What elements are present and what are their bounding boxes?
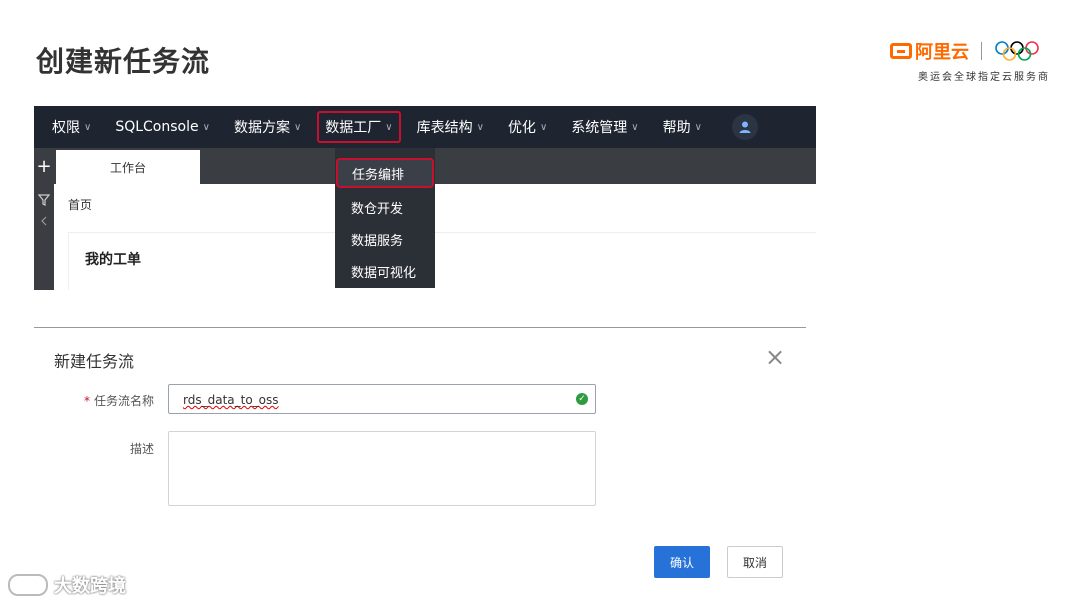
chevron-down-icon: ∨: [84, 121, 92, 133]
card-title: 我的工单: [85, 252, 141, 268]
watermark: 大数跨境: [8, 572, 126, 598]
slide-title: 创建新任务流: [36, 45, 211, 78]
dms-nav-screenshot: 权限 ∨ SQLConsole ∨ 数据方案 ∨ 数据工厂 ∨ 库表结构 ∨ 优…: [34, 106, 816, 290]
aliyun-logo: 阿里云: [890, 38, 969, 64]
chevron-down-icon: ∨: [539, 121, 548, 133]
confirm-button[interactable]: 确认: [654, 546, 710, 578]
chevron-down-icon: ∨: [694, 121, 702, 133]
dialog-title: 新建任务流: [54, 352, 135, 371]
section-divider: [34, 327, 806, 328]
nav-item-help[interactable]: 帮助 ∨: [655, 111, 710, 143]
nav-item-permission[interactable]: 权限 ∨: [44, 111, 99, 143]
nav-item-label: 权限: [52, 120, 80, 136]
cancel-button[interactable]: 取消: [727, 546, 783, 578]
chevron-down-icon: ∨: [385, 121, 393, 133]
name-label-text: 任务流名称: [93, 394, 154, 408]
chevron-down-icon: ∨: [293, 121, 302, 133]
nav-item-label: 数据工厂: [325, 120, 382, 136]
collapse-icon[interactable]: [39, 216, 49, 226]
menu-item-data-visualization[interactable]: 数据可视化: [335, 256, 435, 286]
required-mark: *: [83, 394, 90, 408]
name-field-label: * 任务流名称: [74, 392, 154, 409]
brand-logo: 阿里云 奥运会全球指定云服务商: [890, 38, 1050, 88]
top-navbar: 权限 ∨ SQLConsole ∨ 数据方案 ∨ 数据工厂 ∨ 库表结构 ∨ 优…: [34, 106, 816, 148]
my-tickets-card: 我的工单: [68, 232, 816, 290]
nav-item-label: 库表结构: [416, 120, 473, 136]
nav-item-label: 系统管理: [571, 120, 628, 136]
chevron-down-icon: ∨: [202, 121, 210, 133]
user-icon: [739, 121, 751, 133]
nav-item-label: SQLConsole: [115, 119, 199, 135]
desc-field-label: 描述: [129, 442, 154, 456]
task-flow-name-input[interactable]: rds_data_to_oss: [168, 384, 596, 414]
data-factory-dropdown: 任务编排 数仓开发 数据服务 数据可视化: [335, 148, 435, 288]
menu-item-warehouse-dev[interactable]: 数仓开发: [335, 192, 435, 222]
avatar[interactable]: [731, 114, 758, 140]
nav-item-optimize[interactable]: 优化 ∨: [500, 111, 555, 143]
tab-workbench[interactable]: 工作台: [56, 150, 200, 184]
brand-separator: [981, 42, 982, 60]
menu-item-data-service[interactable]: 数据服务: [335, 224, 435, 254]
close-icon[interactable]: ×: [764, 345, 786, 369]
nav-item-data-solution[interactable]: 数据方案 ∨: [226, 111, 309, 143]
menu-item-task-orchestration[interactable]: 任务编排: [336, 158, 434, 188]
side-toolbar: [34, 184, 54, 290]
watermark-logo-icon: [8, 574, 48, 596]
nav-item-schema[interactable]: 库表结构 ∨: [409, 111, 492, 143]
nav-item-data-factory[interactable]: 数据工厂 ∨: [317, 111, 401, 143]
nav-item-label: 帮助: [662, 120, 691, 136]
nav-item-sqlconsole[interactable]: SQLConsole ∨: [107, 113, 218, 141]
breadcrumb[interactable]: 首页: [68, 196, 92, 213]
check-icon: ✓: [576, 393, 588, 405]
brand-name: 阿里云: [915, 42, 969, 63]
watermark-text: 大数跨境: [54, 576, 126, 597]
aliyun-mark-icon: [890, 43, 912, 59]
nav-item-system[interactable]: 系统管理 ∨: [563, 111, 646, 143]
olympic-rings-icon: [995, 41, 1039, 61]
brand-subtitle: 奥运会全球指定云服务商: [918, 72, 1050, 83]
nav-item-label: 数据方案: [233, 120, 290, 136]
nav-item-label: 优化: [507, 120, 536, 136]
description-textarea[interactable]: [168, 431, 596, 506]
chevron-down-icon: ∨: [631, 121, 639, 133]
chevron-down-icon: ∨: [476, 121, 484, 133]
filter-icon[interactable]: [38, 194, 50, 206]
add-tab-icon[interactable]: +: [34, 156, 54, 177]
